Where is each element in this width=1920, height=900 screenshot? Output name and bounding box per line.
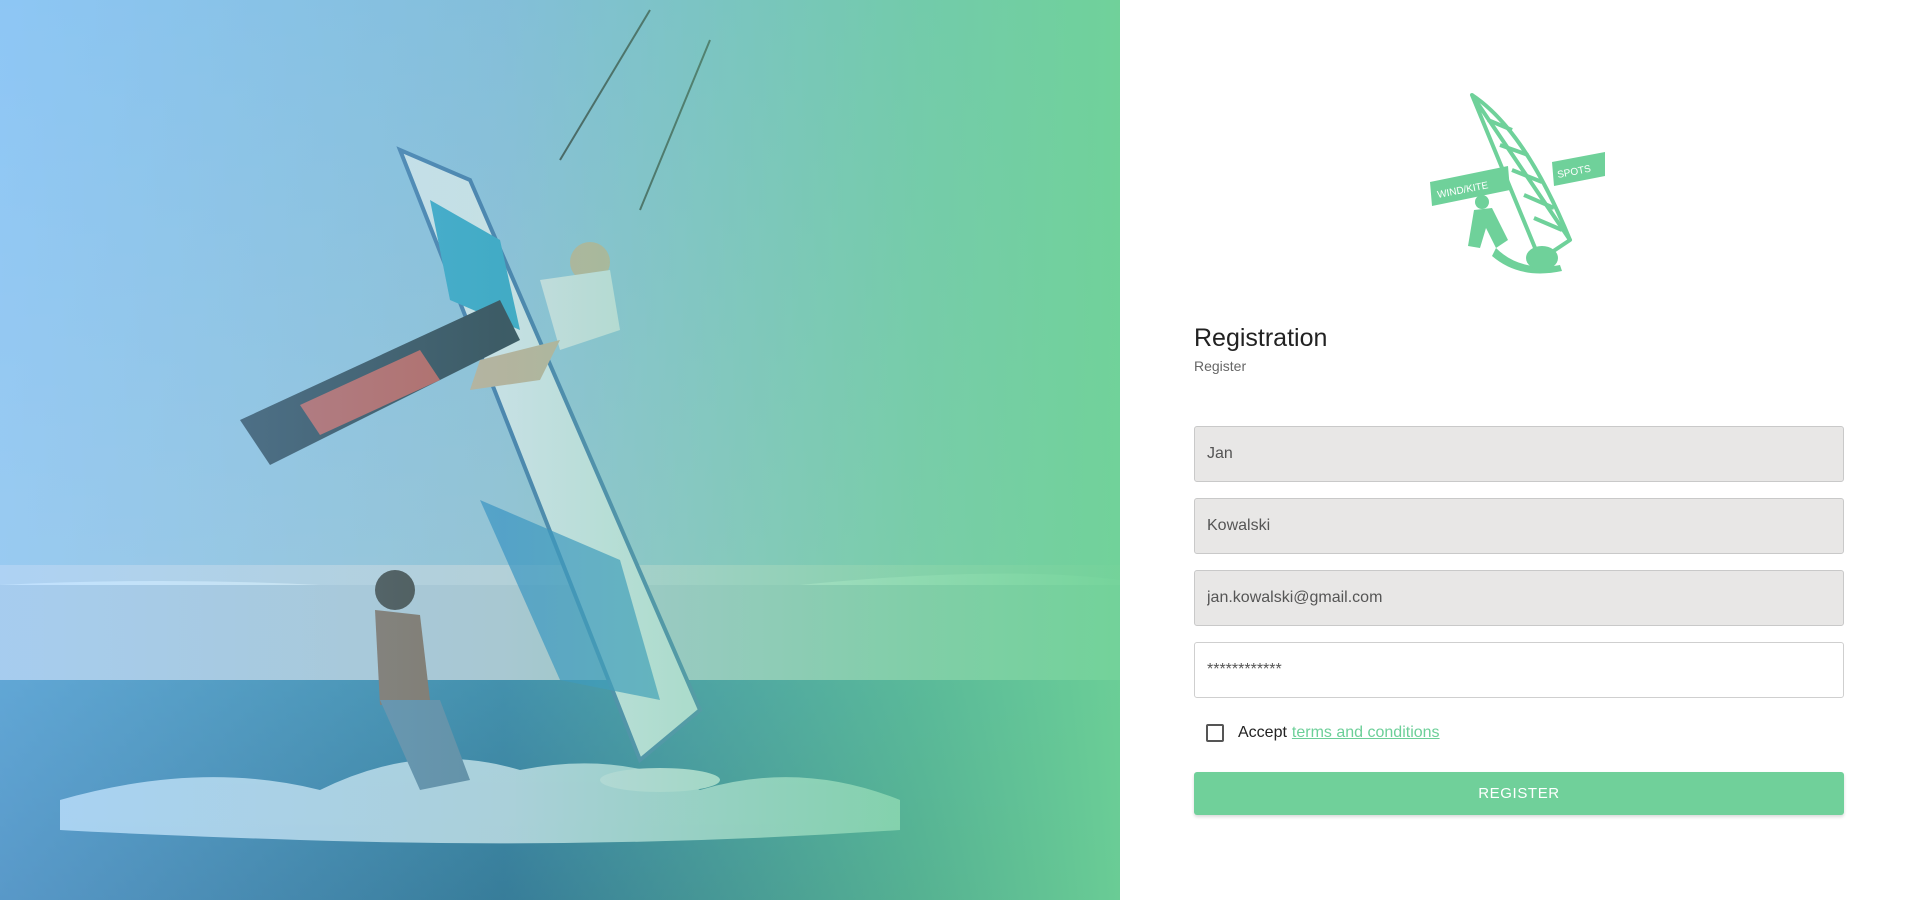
page-subtitle: Register bbox=[1194, 358, 1247, 374]
page-title: Registration bbox=[1194, 324, 1328, 352]
email-field[interactable] bbox=[1194, 570, 1844, 626]
first-name-field[interactable] bbox=[1194, 426, 1844, 482]
windkite-spots-logo: WIND/KITE SPOTS bbox=[1430, 93, 1605, 274]
hero-gradient-overlay bbox=[0, 0, 1120, 900]
terms-link[interactable]: terms and conditions bbox=[1292, 724, 1440, 742]
password-field[interactable] bbox=[1194, 642, 1844, 698]
terms-prefix: Accept bbox=[1238, 724, 1287, 741]
hero-image bbox=[0, 0, 1120, 900]
registration-panel: WIND/KITE SPOTS Registration Register Ac… bbox=[1120, 0, 1920, 900]
terms-checkbox[interactable] bbox=[1206, 724, 1224, 742]
last-name-field[interactable] bbox=[1194, 498, 1844, 554]
terms-row: Accept terms and conditions bbox=[1206, 724, 1440, 742]
registration-page: WIND/KITE SPOTS Registration Register Ac… bbox=[0, 0, 1920, 900]
register-button[interactable]: REGISTER bbox=[1194, 772, 1844, 815]
